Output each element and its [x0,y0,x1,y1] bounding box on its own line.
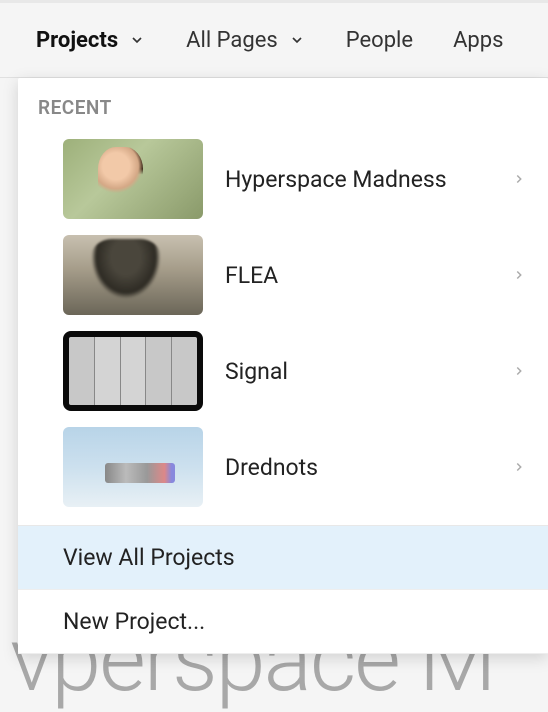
view-all-label: View All Projects [63,544,235,571]
nav-projects[interactable]: Projects [36,28,146,53]
chevron-right-icon [510,362,528,380]
project-name: Drednots [225,454,488,481]
nav-people-label: People [346,28,413,53]
nav-all-pages[interactable]: All Pages [186,28,306,53]
project-thumbnail [63,235,203,315]
nav-apps-label: Apps [453,28,503,53]
nav-projects-label: Projects [36,28,118,53]
recent-section-label: RECENT [18,96,548,131]
chevron-down-icon [288,31,306,49]
project-name: Signal [225,358,488,385]
nav-people[interactable]: People [346,28,413,53]
project-thumbnail [63,427,203,507]
new-project[interactable]: New Project... [18,590,548,654]
nav-all-pages-label: All Pages [186,28,278,53]
project-item-hyperspace-madness[interactable]: Hyperspace Madness [18,131,548,227]
project-thumbnail [63,139,203,219]
chevron-right-icon [510,266,528,284]
chevron-down-icon [128,31,146,49]
nav-apps[interactable]: Apps [453,28,503,53]
project-name: Hyperspace Madness [225,166,488,193]
project-name: FLEA [225,262,488,289]
project-item-drednots[interactable]: Drednots [18,419,548,515]
projects-dropdown: RECENT Hyperspace Madness FLEA Signal Dr… [18,78,548,654]
chevron-right-icon [510,458,528,476]
new-project-label: New Project... [63,608,205,635]
project-item-flea[interactable]: FLEA [18,227,548,323]
project-thumbnail [63,331,203,411]
project-item-signal[interactable]: Signal [18,323,548,419]
chevron-right-icon [510,170,528,188]
top-nav-bar: Projects All Pages People Apps [0,0,548,78]
view-all-projects[interactable]: View All Projects [18,526,548,590]
